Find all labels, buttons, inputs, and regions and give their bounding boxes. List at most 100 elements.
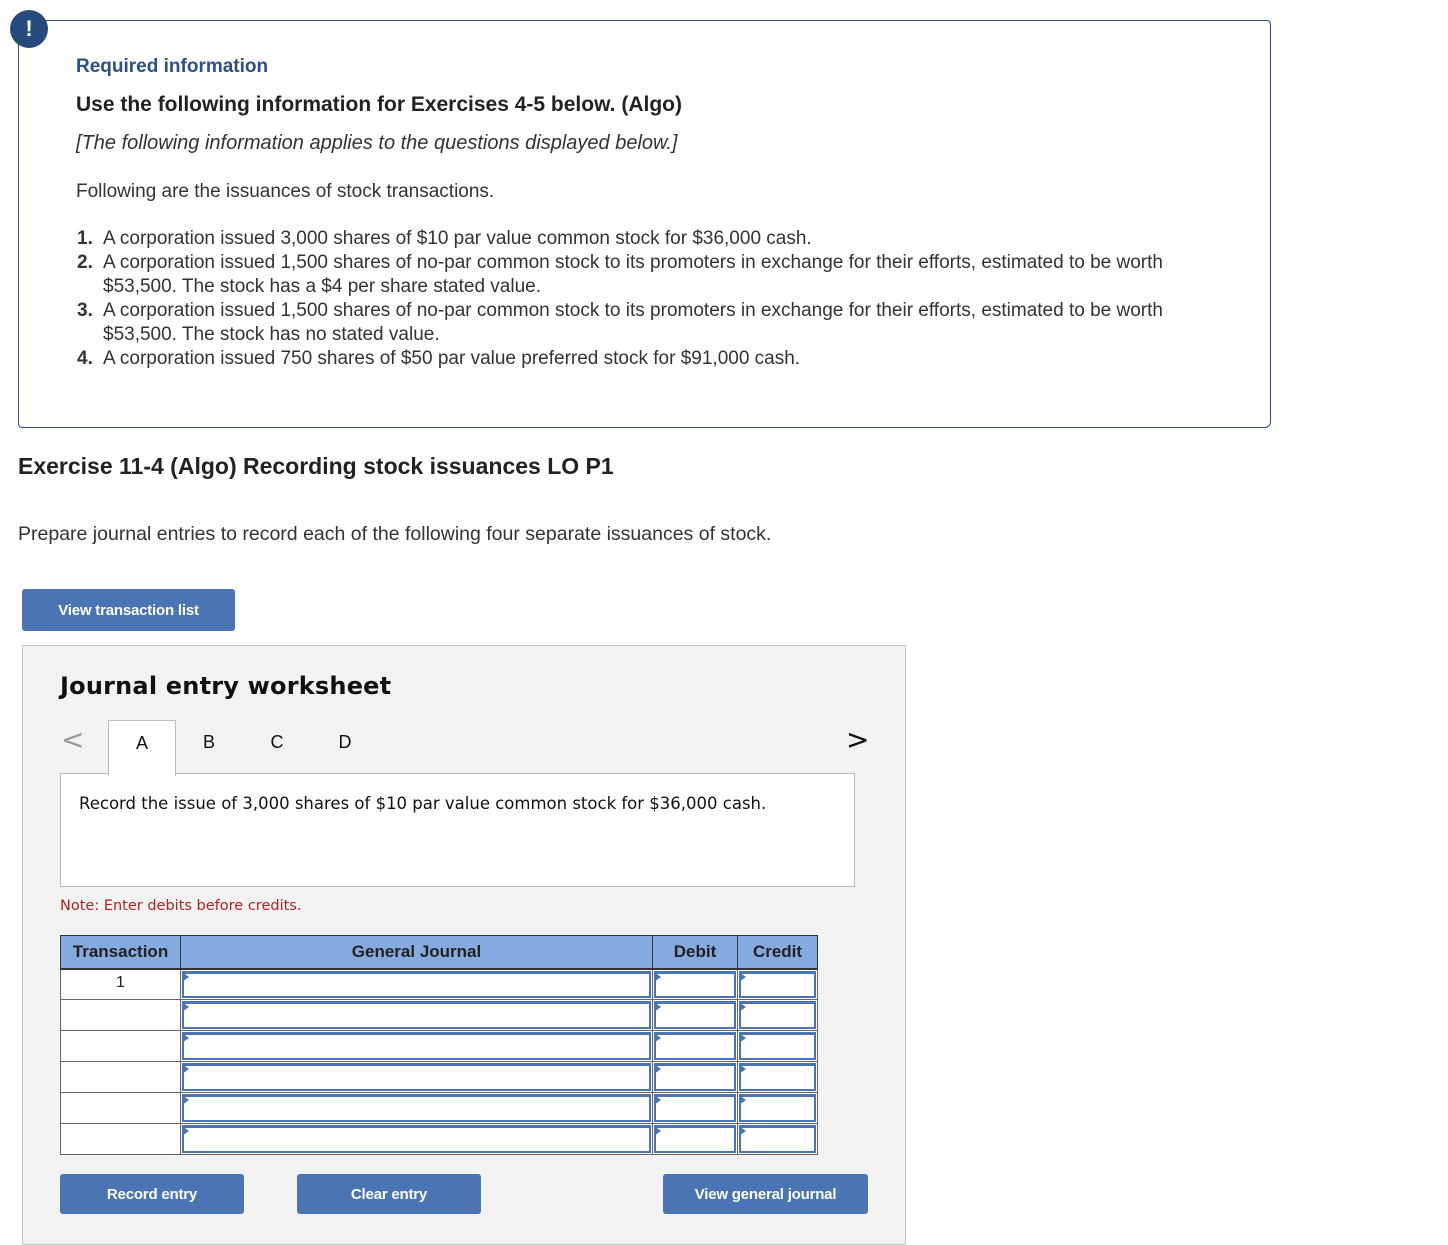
credit-input-cell bbox=[737, 968, 818, 1000]
transaction-item: 3. A corporation issued 1,500 shares of n… bbox=[77, 299, 1217, 347]
debit-input[interactable] bbox=[654, 1032, 736, 1060]
tab-b[interactable]: B bbox=[187, 720, 231, 776]
transaction-number-cell bbox=[60, 999, 181, 1031]
dropdown-flag-icon bbox=[739, 1033, 746, 1043]
debit-input-cell bbox=[652, 1030, 738, 1062]
credit-input[interactable] bbox=[739, 1125, 816, 1153]
transaction-text: A corporation issued 1,500 shares of no-… bbox=[103, 252, 1163, 297]
credit-input[interactable] bbox=[739, 1094, 816, 1122]
general-journal-input-cell bbox=[180, 1061, 653, 1093]
dropdown-flag-icon bbox=[182, 1002, 189, 1012]
transaction-text: A corporation issued 750 shares of $50 p… bbox=[103, 348, 801, 369]
header-general-journal: General Journal bbox=[180, 935, 653, 970]
table-header-row: Transaction General Journal Debit Credit bbox=[60, 935, 818, 970]
view-general-journal-button[interactable]: View general journal bbox=[663, 1174, 868, 1214]
general-journal-input[interactable] bbox=[182, 1001, 651, 1029]
tab-a[interactable]: A bbox=[108, 720, 176, 776]
general-journal-input-cell bbox=[180, 999, 653, 1031]
transaction-number: 4. bbox=[77, 348, 93, 369]
transaction-number-cell: 1 bbox=[60, 968, 181, 1000]
applies-note: [The following information applies to th… bbox=[76, 132, 678, 154]
required-information-label: Required information bbox=[76, 56, 269, 77]
clear-entry-button[interactable]: Clear entry bbox=[297, 1174, 481, 1214]
table-row: 1 bbox=[60, 968, 818, 1000]
journal-table: Transaction General Journal Debit Credit… bbox=[60, 935, 818, 1155]
table-row bbox=[60, 1123, 818, 1155]
transaction-number-cell bbox=[60, 1061, 181, 1093]
dropdown-flag-icon bbox=[654, 1095, 661, 1105]
journal-entry-worksheet: Journal entry worksheet < A B C D > Reco… bbox=[22, 645, 906, 1245]
tab-label: D bbox=[338, 732, 352, 752]
debit-input-cell bbox=[652, 999, 738, 1031]
credit-input[interactable] bbox=[739, 1063, 816, 1091]
tab-label: B bbox=[202, 732, 215, 752]
debit-input-cell bbox=[652, 1092, 738, 1124]
header-credit: Credit bbox=[737, 935, 818, 970]
view-transaction-list-button[interactable]: View transaction list bbox=[22, 589, 235, 631]
transaction-prompt: Record the issue of 3,000 shares of $10 … bbox=[60, 773, 855, 887]
transaction-number: 2. bbox=[77, 252, 93, 273]
credit-input-cell bbox=[737, 1092, 818, 1124]
dropdown-flag-icon bbox=[654, 1002, 661, 1012]
transaction-number-cell bbox=[60, 1092, 181, 1124]
transaction-number-cell bbox=[60, 1030, 181, 1062]
general-journal-input-cell bbox=[180, 1123, 653, 1155]
tab-c[interactable]: C bbox=[255, 720, 299, 776]
dropdown-flag-icon bbox=[182, 971, 189, 982]
dropdown-flag-icon bbox=[739, 1126, 746, 1136]
transaction-item: 1. A corporation issued 3,000 shares of $… bbox=[77, 227, 1217, 251]
debit-input-cell bbox=[652, 1061, 738, 1093]
dropdown-flag-icon bbox=[739, 1095, 746, 1105]
debit-input[interactable] bbox=[654, 1125, 736, 1153]
credit-input[interactable] bbox=[739, 1032, 816, 1060]
transaction-text: A corporation issued 3,000 shares of $10… bbox=[103, 228, 812, 249]
debit-input-cell bbox=[652, 1123, 738, 1155]
debit-input-cell bbox=[652, 968, 738, 1000]
debit-input[interactable] bbox=[654, 1063, 736, 1091]
credit-input-cell bbox=[737, 1030, 818, 1062]
transaction-number-cell bbox=[60, 1123, 181, 1155]
credit-input-cell bbox=[737, 1123, 818, 1155]
dropdown-flag-icon bbox=[182, 1126, 189, 1136]
dropdown-flag-icon bbox=[739, 1064, 746, 1074]
credit-input[interactable] bbox=[739, 1001, 816, 1029]
dropdown-flag-icon bbox=[654, 1033, 661, 1043]
use-following-heading: Use the following information for Exerci… bbox=[76, 93, 682, 116]
transaction-number: 1. bbox=[77, 228, 93, 249]
chevron-left-icon[interactable]: < bbox=[61, 726, 84, 754]
debit-input[interactable] bbox=[654, 1001, 736, 1029]
table-row bbox=[60, 1092, 818, 1124]
dropdown-flag-icon bbox=[182, 1095, 189, 1105]
general-journal-input[interactable] bbox=[182, 1032, 651, 1060]
alert-exclamation-icon: ! bbox=[10, 10, 48, 48]
transaction-list: 1. A corporation issued 3,000 shares of $… bbox=[77, 227, 1217, 371]
transaction-item: 2. A corporation issued 1,500 shares of n… bbox=[77, 251, 1217, 299]
chevron-right-icon[interactable]: > bbox=[846, 726, 869, 754]
transaction-number: 3. bbox=[77, 300, 93, 321]
transactions-intro: Following are the issuances of stock tra… bbox=[76, 181, 495, 202]
exercise-instruction: Prepare journal entries to record each o… bbox=[18, 523, 772, 545]
prompt-text: Record the issue of 3,000 shares of $10 … bbox=[79, 794, 767, 813]
required-information-panel: Required information Use the following i… bbox=[18, 20, 1271, 428]
dropdown-flag-icon bbox=[739, 1002, 746, 1012]
general-journal-input[interactable] bbox=[182, 1063, 651, 1091]
record-entry-button[interactable]: Record entry bbox=[60, 1174, 244, 1214]
worksheet-title: Journal entry worksheet bbox=[60, 672, 392, 700]
general-journal-input[interactable] bbox=[182, 970, 651, 998]
credit-input-cell bbox=[737, 999, 818, 1031]
tab-d[interactable]: D bbox=[323, 720, 367, 776]
header-transaction: Transaction bbox=[60, 935, 181, 970]
general-journal-input[interactable] bbox=[182, 1094, 651, 1122]
exercise-title: Exercise 11-4 (Algo) Recording stock iss… bbox=[18, 453, 614, 479]
credit-input[interactable] bbox=[739, 970, 816, 998]
general-journal-input-cell bbox=[180, 1092, 653, 1124]
dropdown-flag-icon bbox=[182, 1064, 189, 1074]
dropdown-flag-icon bbox=[182, 1033, 189, 1043]
debit-input[interactable] bbox=[654, 970, 736, 998]
debit-input[interactable] bbox=[654, 1094, 736, 1122]
dropdown-flag-icon bbox=[654, 1064, 661, 1074]
tab-label: C bbox=[270, 732, 284, 752]
transaction-item: 4. A corporation issued 750 shares of $50… bbox=[77, 347, 1217, 371]
general-journal-input[interactable] bbox=[182, 1125, 651, 1153]
header-debit: Debit bbox=[652, 935, 738, 970]
